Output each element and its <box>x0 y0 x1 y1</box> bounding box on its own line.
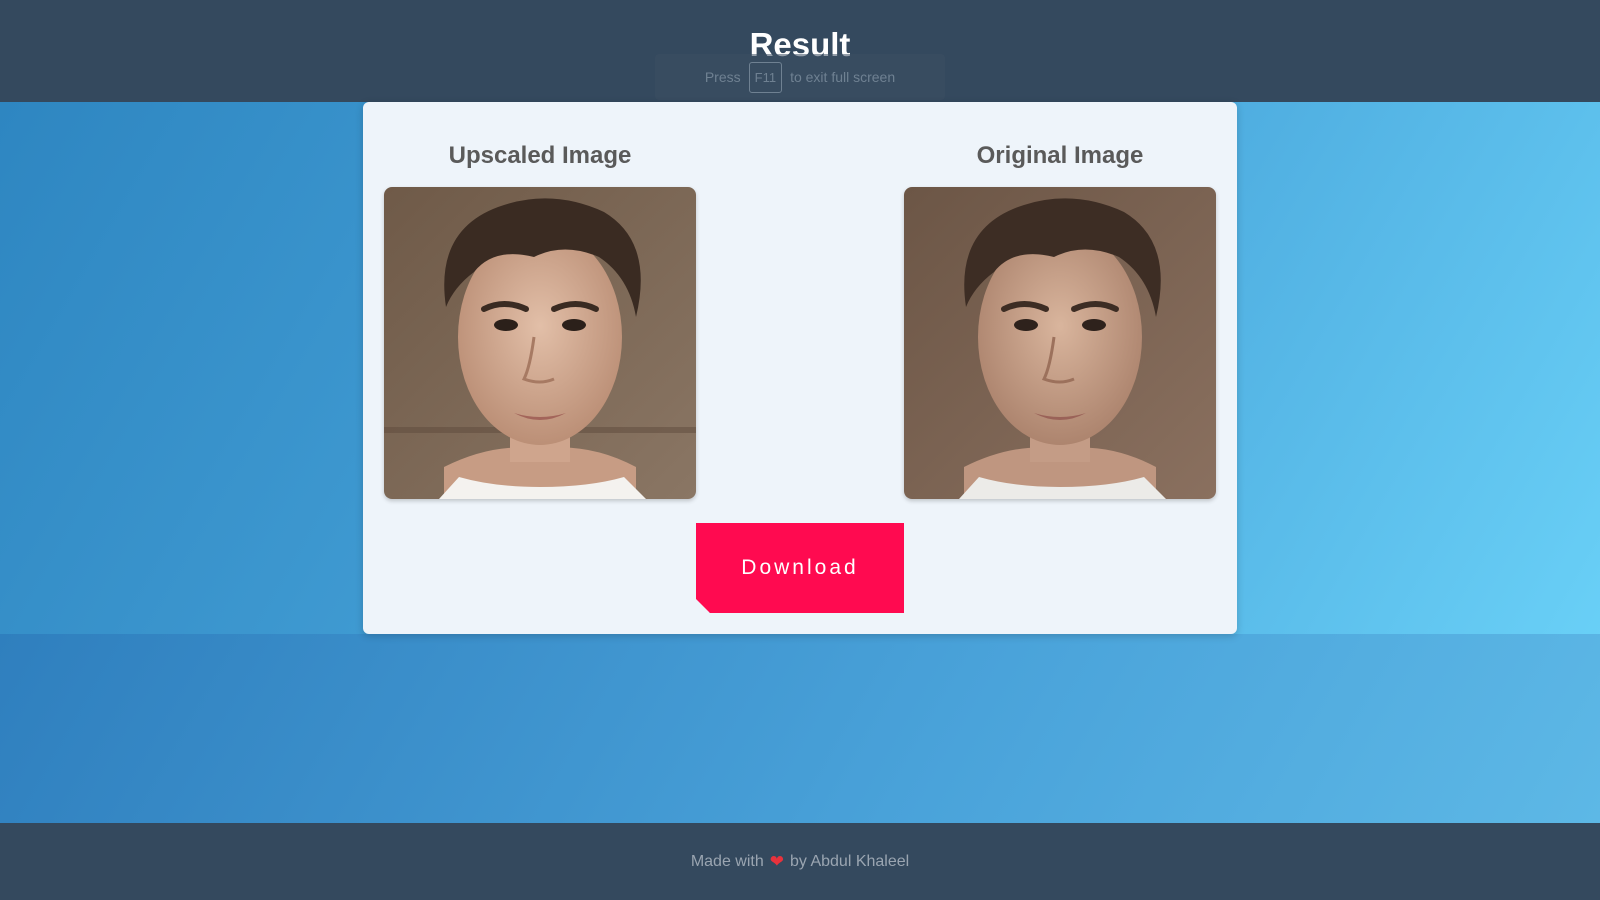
fullscreen-hint-press: Press <box>704 69 741 85</box>
fullscreen-hint-key: F11 <box>748 61 783 93</box>
fullscreen-hint: Press F11 to exit full screen <box>655 54 945 100</box>
main-area: Upscaled Image Original Image Download <box>0 102 1600 823</box>
heart-icon: ❤ <box>769 851 784 871</box>
upscaled-image-title: Upscaled Image <box>448 142 632 169</box>
footer-author: by Abdul Khaleel <box>789 852 910 870</box>
portrait-photo-icon <box>904 187 1216 499</box>
result-card: Upscaled Image Original Image Download <box>363 102 1237 634</box>
background-band <box>0 634 1600 823</box>
portrait-photo-icon <box>384 187 696 499</box>
fullscreen-hint-suffix: to exit full screen <box>790 69 896 85</box>
footer-made-with: Made with <box>690 852 764 870</box>
download-button[interactable]: Download <box>696 523 904 613</box>
footer: Made with ❤ by Abdul Khaleel <box>0 823 1600 900</box>
header: Result Press F11 to exit full screen <box>0 0 1600 102</box>
original-image <box>904 187 1216 499</box>
upscaled-image <box>384 187 696 499</box>
original-image-title: Original Image <box>976 142 1144 169</box>
